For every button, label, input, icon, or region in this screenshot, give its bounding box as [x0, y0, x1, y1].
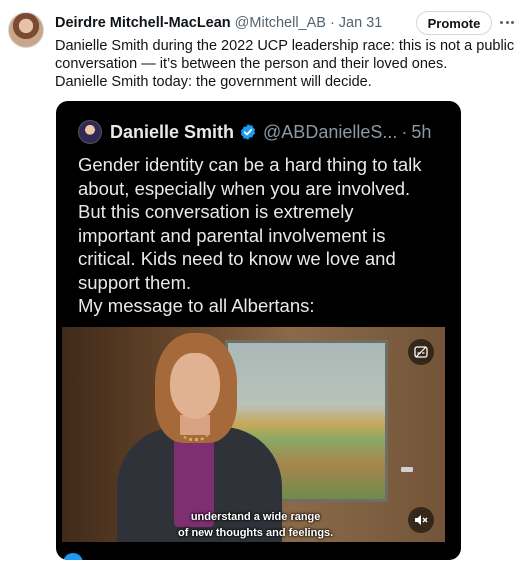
quoted-text-line: support them.: [78, 271, 192, 293]
tweet-timestamp[interactable]: Jan 31: [339, 15, 383, 31]
video-frame-speaker-face: [170, 353, 220, 419]
video-frame-light-switch: [401, 467, 413, 472]
quoted-footer-avatar-icon: [63, 553, 83, 560]
more-horizontal-icon[interactable]: [497, 14, 517, 30]
quoted-text-line: important and parental involvement is: [78, 224, 386, 246]
tweet-text: Danielle Smith during the 2022 UCP leade…: [55, 37, 515, 91]
quoted-author-handle[interactable]: @ABDanielleS...: [263, 122, 397, 143]
captions-icon[interactable]: [408, 339, 434, 365]
quoted-text-line: My message to all Albertans:: [78, 295, 315, 316]
muted-speaker-icon[interactable]: [408, 507, 434, 533]
quoted-tweet-text: Gender identity can be a hard thing to t…: [78, 153, 448, 318]
tweet-text-line: Danielle Smith today: the government wil…: [55, 74, 372, 90]
subtitle-line: of new thoughts and feelings.: [178, 527, 334, 539]
separator-dot: ·: [329, 15, 335, 31]
quoted-text-line: about, especially when you are involved.: [78, 177, 411, 199]
quoted-text-line: critical. Kids need to know we love and: [78, 248, 396, 269]
verified-badge-icon: [240, 124, 256, 140]
video-subtitle: understand a wide range of new thoughts …: [178, 509, 333, 541]
tweet-text-line: Danielle Smith during the 2022 UCP leade…: [55, 38, 515, 54]
quoted-tweet-header: Danielle Smith @ABDanielleS... · 5h: [78, 119, 431, 145]
promote-button[interactable]: Promote: [416, 11, 492, 35]
author-handle[interactable]: @Mitchell_AB: [235, 15, 326, 31]
quoted-tweet-card[interactable]: Danielle Smith @ABDanielleS... · 5h Gend…: [56, 101, 461, 560]
subtitle-line: understand a wide range: [190, 511, 321, 523]
tweet[interactable]: Deirdre Mitchell-MacLean @Mitchell_AB · …: [0, 0, 526, 566]
separator-dot: ·: [401, 121, 408, 142]
quoted-author-name[interactable]: Danielle Smith: [110, 122, 234, 143]
video-player[interactable]: understand a wide range of new thoughts …: [62, 327, 445, 542]
quoted-text-line: But this conversation is extremely: [78, 201, 354, 222]
quoted-author-avatar[interactable]: [78, 120, 102, 144]
author-name[interactable]: Deirdre Mitchell-MacLean: [55, 15, 231, 31]
quoted-text-line: Gender identity can be a hard thing to t…: [78, 154, 422, 175]
author-avatar[interactable]: [8, 12, 44, 48]
quoted-tweet-timestamp[interactable]: 5h: [411, 122, 431, 143]
tweet-header: Deirdre Mitchell-MacLean @Mitchell_AB · …: [55, 13, 382, 33]
tweet-text-line: conversation — it’s between the person a…: [55, 56, 448, 72]
